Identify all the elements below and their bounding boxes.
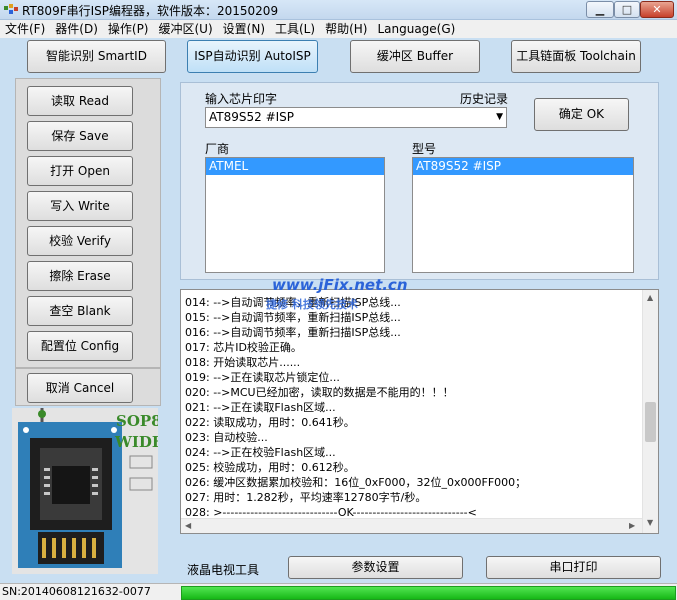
log-line: 027: 用时：1.282秒，平均速率12780字节/秒。 [185,491,427,504]
log-line: 018: 开始读取芯片...... [185,356,301,369]
chip-input-label: 输入芯片印字 [205,92,278,106]
watermark-subtitle: 捷修 科技领先技术 [266,298,358,311]
menu-device[interactable]: 器件(D) [50,20,103,38]
vendor-list[interactable]: ATMEL [205,157,385,273]
window-title: RT809F串行ISP编程器，软件版本：20150209 [22,4,279,18]
params-button[interactable]: 参数设置 [288,556,463,579]
menu-language[interactable]: Language(G) [372,20,460,38]
minimize-icon: ▁ [595,3,605,16]
watermark-url: www.jFix.net.cn [272,276,408,294]
menu-buffer[interactable]: 缓冲区(U) [154,20,218,38]
log-line: 017: 芯片ID校验正确。 [185,341,302,354]
menu-settings[interactable]: 设置(N) [218,20,270,38]
save-button[interactable]: 保存 Save [27,121,133,151]
log-line: 021: -->正在读取Flash区域... [185,401,336,414]
close-button[interactable]: ✕ [640,1,674,18]
scroll-down-icon[interactable]: ▼ [647,518,653,527]
log-scroll-thumb[interactable] [645,402,656,442]
model-list[interactable]: AT89S52 #ISP [412,157,634,273]
chip-input-value: AT89S52 #ISP [209,110,295,124]
log-line: 015: -->自动调节频率，重新扫描ISP总线... [185,311,401,324]
log-line: 016: -->自动调节频率，重新扫描ISP总线... [185,326,401,339]
config-button[interactable]: 配置位 Config [27,331,133,361]
maximize-icon: □ [621,3,633,16]
menu-bar: 文件(F) 器件(D) 操作(P) 缓冲区(U) 设置(N) 工具(L) 帮助(H) Lang… [0,20,677,38]
menu-help[interactable]: 帮助(H) [320,20,372,38]
scroll-up-icon[interactable]: ▲ [647,293,653,302]
menu-file[interactable]: 文件(F) [0,20,50,38]
title-bar: RT809F串行ISP编程器，软件版本：20150209 ▁ □ ✕ [0,0,677,20]
buffer-button[interactable]: 缓冲区 Buffer [350,40,480,73]
log-vertical-scrollbar[interactable]: ▲ ▼ [642,290,658,533]
verify-button[interactable]: 校验 Verify [27,226,133,256]
write-button[interactable]: 写入 Write [27,191,133,221]
log-line: 026: 缓冲区数据累加校验和：16位_0xF000，32位_0x000FF00… [185,476,527,489]
log-output[interactable]: 014: -->自动调节频率，重新扫描ISP总线... 015: -->自动调节… [180,289,659,534]
vendor-list-item[interactable]: ATMEL [206,158,384,175]
model-label: 型号 [412,142,437,156]
menu-operation[interactable]: 操作(P) [103,20,154,38]
autoisp-button[interactable]: ISP自动识别 AutoISP [187,40,318,73]
model-list-item[interactable]: AT89S52 #ISP [413,158,633,175]
serial-number: SN:20140608121632-0077 [2,585,151,598]
close-icon: ✕ [652,3,662,16]
maximize-button[interactable]: □ [614,1,640,18]
erase-button[interactable]: 擦除 Erase [27,261,133,291]
minimize-button[interactable]: ▁ [586,1,614,18]
blank-button[interactable]: 查空 Blank [27,296,133,326]
sop8-adapter-image: SOP8 WIDE [12,408,158,574]
read-button[interactable]: 读取 Read [27,86,133,116]
chip-input-combo[interactable]: AT89S52 #ISP ▼ [205,107,507,128]
width-label: WIDE [115,433,158,451]
ok-button[interactable]: 确定 OK [534,98,629,131]
toolchain-button[interactable]: 工具链面板 Toolchain [511,40,641,73]
log-line: 022: 读取成功，用时：0.641秒。 [185,416,355,429]
log-line: 024: -->正在校验Flash区域... [185,446,336,459]
progress-bar [181,586,676,600]
scroll-left-icon[interactable]: ◀ [185,521,191,530]
chevron-down-icon[interactable]: ▼ [496,108,503,127]
log-horizontal-scrollbar[interactable]: ◀ ▶ [181,518,642,533]
smartid-button[interactable]: 智能识别 SmartID [27,40,166,73]
open-button[interactable]: 打开 Open [27,156,133,186]
app-logo-icon [4,4,18,14]
log-line: 020: -->MCU已经加密，读取的数据是不能用的！！！ [185,386,454,399]
package-label: SOP8 [116,412,158,430]
status-bar: SN:20140608121632-0077 [0,583,677,600]
log-line: 023: 自动校验... [185,431,268,444]
tv-tool-label: 液晶电视工具 [187,563,260,577]
menu-tools[interactable]: 工具(L) [270,20,320,38]
progress-fill [182,587,675,599]
scroll-right-icon[interactable]: ▶ [629,521,635,530]
serial-print-button[interactable]: 串口打印 [486,556,661,579]
cancel-button[interactable]: 取消 Cancel [27,373,133,403]
history-label: 历史记录 [460,92,509,106]
log-line: 025: 校验成功，用时：0.612秒。 [185,461,355,474]
vendor-label: 厂商 [205,142,230,156]
log-line: 019: -->正在读取芯片锁定位... [185,371,340,384]
